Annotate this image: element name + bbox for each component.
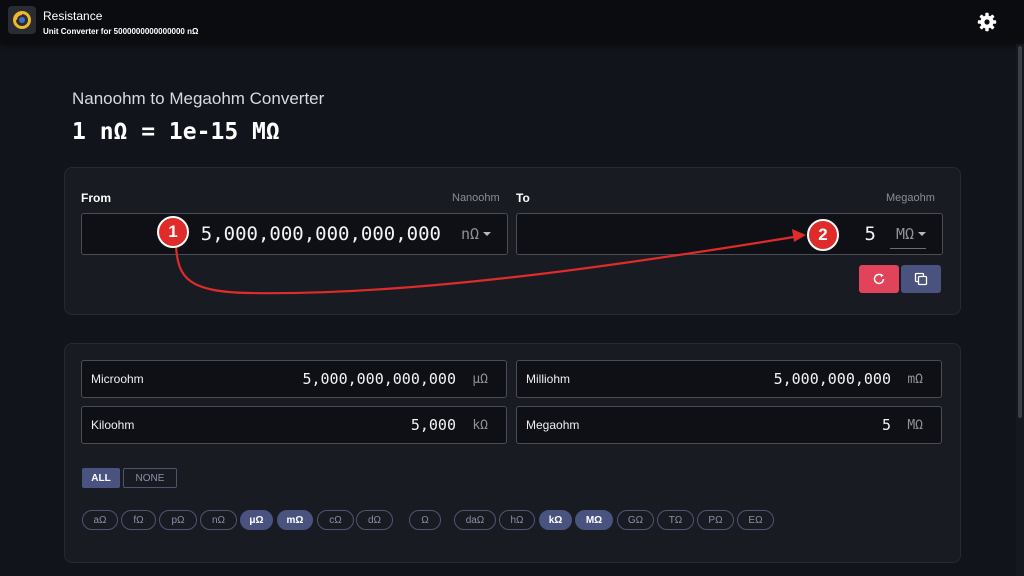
unit-chip-ohm[interactable]: Ω	[409, 510, 441, 530]
unit-chip-attoohm[interactable]: aΩ	[82, 510, 118, 530]
to-value-input[interactable]: 5 MΩ	[516, 213, 943, 255]
unit-chip-kiloohm[interactable]: kΩ	[539, 510, 572, 530]
unit-chip-decaohm[interactable]: daΩ	[454, 510, 496, 530]
result-name: Milliohm	[526, 372, 571, 386]
result-symbol: kΩ	[472, 417, 488, 433]
unit-chip-hectoohm[interactable]: hΩ	[499, 510, 535, 530]
unit-underline	[890, 248, 926, 249]
unit-chip-picoohm[interactable]: pΩ	[159, 510, 197, 530]
from-value[interactable]: 5,000,000,000,000,000	[201, 214, 441, 254]
result-field-microohm[interactable]: Microohm 5,000,000,000,000 μΩ	[81, 360, 507, 398]
app-title: Resistance	[43, 9, 103, 23]
page-equation: 1 nΩ = 1e-15 MΩ	[72, 119, 280, 145]
to-label: To	[516, 191, 530, 205]
refresh-icon	[873, 273, 885, 285]
chevron-down-icon	[918, 232, 926, 236]
unit-chip-microohm[interactable]: μΩ	[240, 510, 273, 530]
from-label: From	[81, 191, 111, 205]
page-subtitle: Nanoohm to Megaohm Converter	[72, 89, 325, 108]
result-name: Microohm	[91, 372, 144, 386]
annotation-marker-1: 1	[157, 216, 189, 248]
unit-chip-femtoohm[interactable]: fΩ	[121, 510, 156, 530]
unit-chip-gigaohm[interactable]: GΩ	[617, 510, 654, 530]
result-value[interactable]: 5,000,000,000	[774, 361, 891, 397]
annotation-marker-2: 2	[807, 219, 839, 251]
app-logo-icon	[8, 6, 36, 34]
from-unit-name: Nanoohm	[452, 192, 500, 204]
result-symbol: μΩ	[472, 371, 488, 387]
unit-chip-teraohm[interactable]: TΩ	[657, 510, 694, 530]
select-all-button[interactable]: ALL	[82, 468, 120, 488]
unit-chip-petaohm[interactable]: PΩ	[697, 510, 734, 530]
reset-button[interactable]	[859, 265, 899, 293]
from-unit-select[interactable]: nΩ	[461, 214, 491, 254]
result-value[interactable]: 5	[882, 407, 891, 443]
select-none-button[interactable]: NONE	[123, 468, 177, 488]
result-field-kiloohm[interactable]: Kiloohm 5,000 kΩ	[81, 406, 507, 444]
result-symbol: mΩ	[907, 371, 923, 387]
chevron-down-icon	[483, 232, 491, 236]
unit-chip-deciohm[interactable]: dΩ	[356, 510, 393, 530]
result-symbol: MΩ	[907, 417, 923, 433]
to-value[interactable]: 5	[865, 214, 876, 254]
copy-icon	[914, 272, 928, 286]
result-name: Megaohm	[526, 418, 580, 432]
result-field-milliohm[interactable]: Milliohm 5,000,000,000 mΩ	[516, 360, 942, 398]
unit-chip-exaohm[interactable]: EΩ	[737, 510, 774, 530]
unit-chip-megaohm[interactable]: MΩ	[575, 510, 613, 530]
from-value-input[interactable]: 5,000,000,000,000,000 nΩ	[81, 213, 508, 255]
top-bar: Resistance Unit Converter for 5000000000…	[0, 0, 1024, 44]
unit-chip-milliohm[interactable]: mΩ	[277, 510, 313, 530]
settings-gear-icon[interactable]	[976, 11, 998, 33]
result-field-megaohm[interactable]: Megaohm 5 MΩ	[516, 406, 942, 444]
app-subtitle: Unit Converter for 5000000000000000 nΩ	[43, 27, 199, 36]
to-unit-name: Megaohm	[886, 192, 935, 204]
unit-chip-nanoohm[interactable]: nΩ	[200, 510, 237, 530]
result-value[interactable]: 5,000	[411, 407, 456, 443]
result-name: Kiloohm	[91, 418, 135, 432]
copy-button[interactable]	[901, 265, 941, 293]
scrollbar-thumb[interactable]	[1018, 46, 1022, 418]
unit-chip-centiohm[interactable]: cΩ	[317, 510, 354, 530]
result-value[interactable]: 5,000,000,000,000	[302, 361, 456, 397]
from-unit-symbol: nΩ	[460, 225, 479, 243]
to-unit-symbol: MΩ	[895, 225, 914, 243]
